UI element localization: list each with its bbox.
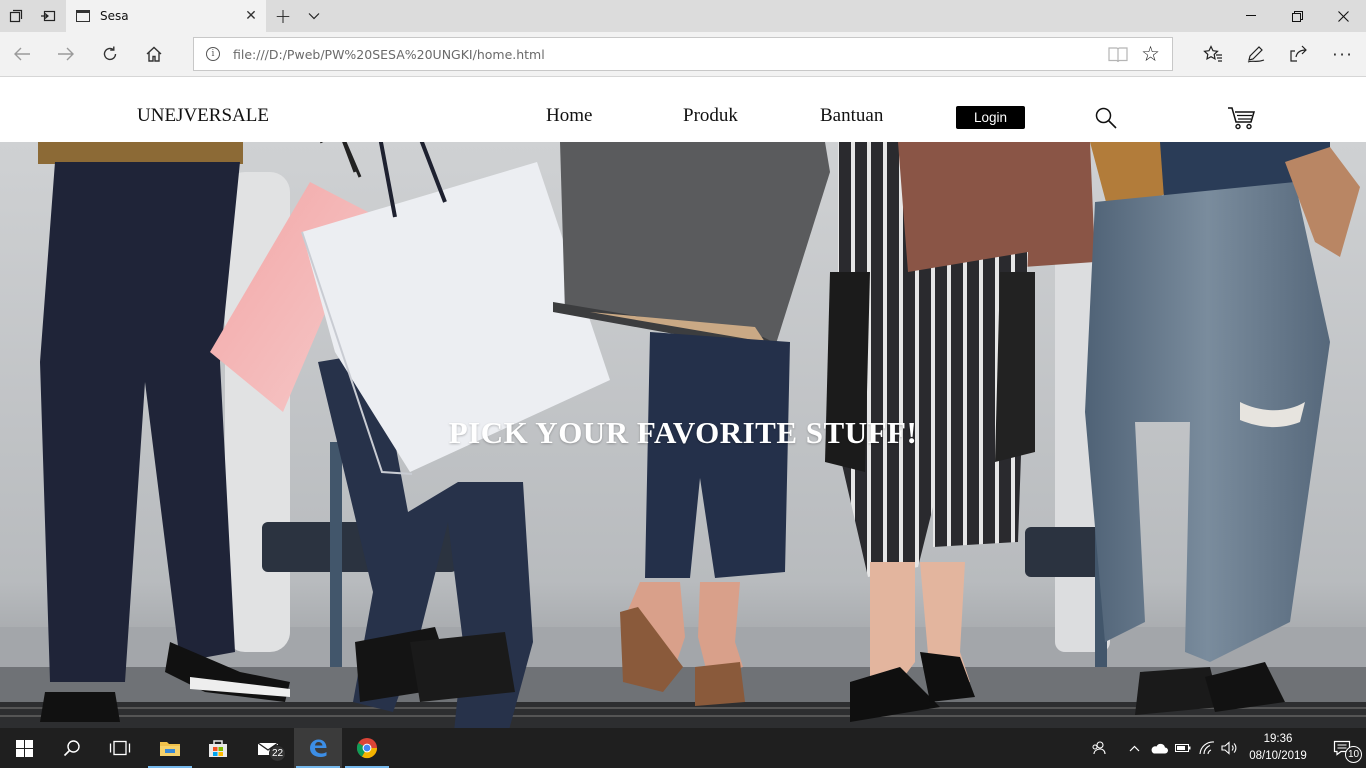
- nav-link-produk[interactable]: Produk: [683, 105, 738, 127]
- forward-icon[interactable]: [49, 38, 83, 70]
- refresh-icon[interactable]: [93, 38, 127, 70]
- more-options-icon[interactable]: ···: [1326, 38, 1360, 70]
- back-icon[interactable]: [5, 38, 39, 70]
- tab-preview-chevron-icon[interactable]: [302, 0, 326, 32]
- site-header: UNEJVERSALE Home Produk Bantuan Login: [0, 77, 1366, 142]
- set-tabs-aside-icon[interactable]: [32, 0, 64, 32]
- address-url: file:///D:/Pweb/PW%20SESA%20UNGKI/home.h…: [233, 47, 545, 62]
- action-center-icon[interactable]: 10: [1318, 728, 1366, 768]
- nav-link-bantuan[interactable]: Bantuan: [820, 105, 883, 127]
- search-icon[interactable]: [1094, 106, 1118, 130]
- browser-navbar: i file:///D:/Pweb/PW%20SESA%20UNGKI/home…: [0, 32, 1366, 77]
- nav-link-home[interactable]: Home: [546, 105, 592, 127]
- restore-icon[interactable]: [1274, 0, 1320, 32]
- tab-actions-icon[interactable]: [0, 0, 32, 32]
- battery-icon[interactable]: [1172, 728, 1194, 768]
- site-info-icon[interactable]: i: [206, 47, 220, 61]
- browser-titlebar: Sesa ✕ +: [0, 0, 1366, 32]
- close-window-icon[interactable]: [1320, 0, 1366, 32]
- page-icon: [76, 10, 90, 22]
- windows-taskbar: 22 19:36 08/10/2019 10: [0, 728, 1366, 768]
- search-icon[interactable]: [48, 728, 96, 768]
- hero-banner: PICK YOUR FAVORITE STUFF!: [0, 142, 1366, 728]
- reading-view-icon[interactable]: [1108, 46, 1128, 63]
- people-icon[interactable]: [1088, 728, 1110, 768]
- close-tab-icon[interactable]: ✕: [236, 8, 266, 24]
- site-brand-logo[interactable]: UNEJVERSALE: [137, 105, 269, 127]
- onedrive-cloud-icon[interactable]: [1148, 728, 1170, 768]
- mail-icon[interactable]: 22: [244, 728, 292, 768]
- tab-sesa[interactable]: Sesa ✕: [66, 0, 266, 32]
- share-icon[interactable]: [1282, 38, 1316, 70]
- task-view-icon[interactable]: [96, 728, 144, 768]
- address-bar[interactable]: i file:///D:/Pweb/PW%20SESA%20UNGKI/home…: [193, 37, 1173, 71]
- new-tab-icon[interactable]: +: [270, 0, 296, 32]
- minimize-icon[interactable]: [1228, 0, 1274, 32]
- add-notes-pen-icon[interactable]: [1239, 38, 1273, 70]
- system-clock[interactable]: 19:36 08/10/2019: [1240, 731, 1316, 765]
- edge-browser-icon[interactable]: [294, 728, 342, 768]
- volume-icon[interactable]: [1218, 728, 1240, 768]
- home-icon[interactable]: [137, 38, 171, 70]
- tab-title: Sesa: [100, 9, 129, 23]
- wifi-icon[interactable]: [1196, 728, 1218, 768]
- file-explorer-icon[interactable]: [146, 728, 194, 768]
- microsoft-store-icon[interactable]: [194, 728, 242, 768]
- shopping-cart-icon[interactable]: [1227, 105, 1257, 131]
- hero-heading: PICK YOUR FAVORITE STUFF!: [448, 415, 918, 450]
- favorite-star-icon[interactable]: ☆: [1141, 42, 1160, 66]
- clock-date: 08/10/2019: [1249, 750, 1307, 762]
- clock-time: 19:36: [1263, 733, 1293, 745]
- start-windows-icon[interactable]: [0, 728, 48, 768]
- show-hidden-icons-chevron-icon[interactable]: [1124, 728, 1144, 768]
- mail-unread-badge: 22: [269, 745, 286, 762]
- notification-count-badge: 10: [1345, 746, 1362, 763]
- chrome-browser-icon[interactable]: [343, 728, 391, 768]
- favorites-hub-icon[interactable]: [1196, 38, 1230, 70]
- login-button[interactable]: Login: [956, 106, 1025, 129]
